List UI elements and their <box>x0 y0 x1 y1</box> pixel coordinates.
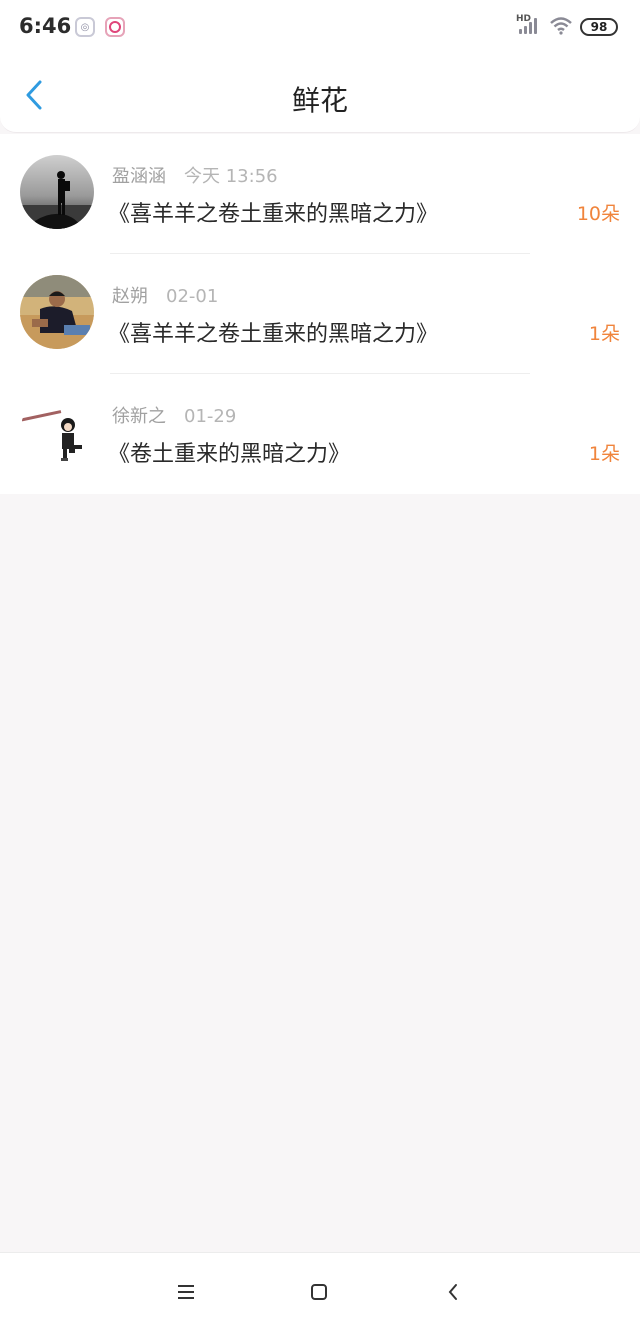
battery-icon: 98 <box>580 18 618 36</box>
list-item[interactable]: 徐新之 01-29 《卷土重来的黑暗之力》 1朵 <box>0 374 640 494</box>
app-notification-icon: ◎ <box>75 17 95 37</box>
send-time: 01-29 <box>184 406 237 427</box>
work-title: 《喜羊羊之卷土重来的黑暗之力》 <box>108 202 439 227</box>
sender-name: 盈涵涵 <box>112 166 166 187</box>
page-title: 鲜花 <box>291 84 348 117</box>
flower-count: 1朵 <box>588 323 620 345</box>
work-title: 《喜羊羊之卷土重来的黑暗之力》 <box>108 322 439 347</box>
home-icon <box>311 1284 327 1300</box>
list-item[interactable]: 盈涵涵 今天 13:56 《喜羊羊之卷土重来的黑暗之力》 10朵 <box>0 134 640 254</box>
send-time: 今天 13:56 <box>184 166 278 187</box>
wifi-icon <box>550 17 572 35</box>
home-button[interactable] <box>306 1279 332 1305</box>
avatar[interactable] <box>20 275 94 349</box>
system-back-button[interactable] <box>440 1279 466 1305</box>
battery-level: 98 <box>590 20 608 34</box>
signal-icon: HD <box>516 14 540 34</box>
list-item[interactable]: 赵朔 02-01 《喜羊羊之卷土重来的黑暗之力》 1朵 <box>0 254 640 374</box>
app-notification-icon <box>105 17 125 37</box>
status-bar: 6:46 ◎ HD 98 <box>0 0 640 55</box>
flower-list: 盈涵涵 今天 13:56 《喜羊羊之卷土重来的黑暗之力》 10朵 赵朔 02-01 … <box>0 134 640 494</box>
sender-name: 赵朔 <box>112 286 148 307</box>
sender-name: 徐新之 <box>112 406 166 427</box>
send-time: 02-01 <box>166 286 219 307</box>
flower-count: 1朵 <box>588 443 620 465</box>
nav-header: 鲜花 <box>0 55 640 133</box>
system-nav-bar <box>0 1252 640 1330</box>
item-meta: 盈涵涵 今天 13:56 <box>112 162 278 188</box>
item-meta: 徐新之 01-29 <box>112 402 236 428</box>
status-time: 6:46 <box>19 14 72 38</box>
menu-button[interactable] <box>173 1279 199 1305</box>
work-title: 《卷土重来的黑暗之力》 <box>108 442 351 467</box>
item-meta: 赵朔 02-01 <box>112 282 218 308</box>
menu-icon <box>178 1285 194 1299</box>
flower-count: 10朵 <box>576 203 620 225</box>
back-icon <box>448 1284 457 1300</box>
avatar[interactable] <box>20 155 94 229</box>
avatar[interactable] <box>20 395 94 469</box>
